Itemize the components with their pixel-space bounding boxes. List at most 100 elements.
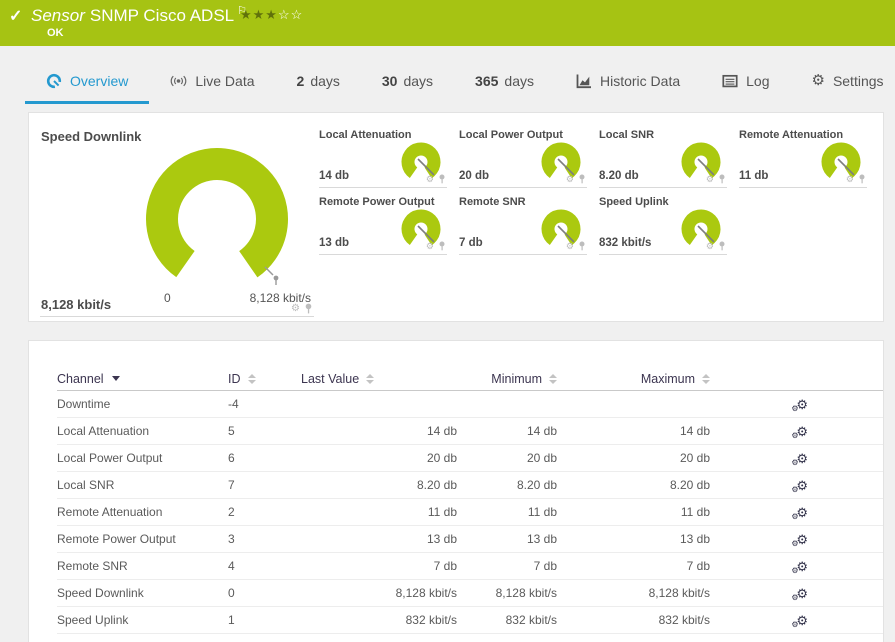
tab-number: 2: [296, 72, 305, 89]
tab-label: days: [310, 72, 340, 89]
pin-icon[interactable]: [578, 241, 586, 251]
tab-365-days[interactable]: 365 days: [454, 60, 555, 104]
channel-id: 2: [228, 505, 235, 519]
pin-icon[interactable]: [858, 174, 866, 184]
channel-name: Local SNR: [57, 478, 115, 492]
gear-icon[interactable]: ⚙: [426, 241, 434, 251]
minimum-value: 20 db: [526, 451, 557, 465]
column-header-last-value[interactable]: Last Value: [301, 372, 457, 386]
maximum-value: 8,128 kbit/s: [648, 586, 710, 600]
pin-icon[interactable]: [438, 241, 446, 251]
channel-id: 0: [228, 586, 235, 600]
pin-icon[interactable]: [304, 303, 313, 314]
log-icon: [722, 74, 738, 88]
stars-empty: ☆☆: [277, 7, 304, 22]
pin-icon[interactable]: [718, 174, 726, 184]
minimum-value: 7 db: [533, 559, 557, 573]
column-header-maximum[interactable]: Maximum: [557, 372, 710, 386]
gauge-current-value: 11 db: [739, 170, 769, 182]
last-value: 14 db: [426, 424, 457, 438]
gear-icon[interactable]: ⚙: [846, 174, 854, 184]
maximum-value: 832 kbit/s: [658, 613, 710, 627]
channel-name: Local Power Output: [57, 451, 163, 465]
gear-icon[interactable]: ⚙: [291, 303, 300, 314]
channel-settings-gears-icon[interactable]: ⚙ ⚙: [791, 398, 808, 413]
tab-label: days: [504, 72, 534, 89]
sort-icon: [247, 373, 256, 384]
maximum-value: 14 db: [679, 424, 710, 438]
channel-settings-gears-icon[interactable]: ⚙ ⚙: [791, 452, 808, 467]
tab-label: Settings: [832, 72, 884, 89]
gauge-current-value: 832 kbit/s: [599, 237, 652, 249]
minimum-value: 832 kbit/s: [505, 613, 557, 627]
column-header-id[interactable]: ID: [228, 372, 301, 386]
gauge-remote-power-output[interactable]: Remote Power Output 13 db ⚙: [319, 193, 447, 255]
gauge-title: Remote Power Output: [319, 196, 435, 208]
table-row: Local Power Output 6 20 db 20 db 20 db ⚙…: [57, 445, 883, 472]
channels-table-panel: Channel ID Last Value Minimum Maximum Do…: [28, 340, 884, 642]
gear-icon[interactable]: ⚙: [566, 174, 574, 184]
column-header-minimum[interactable]: Minimum: [457, 372, 557, 386]
tab-2-days[interactable]: 2 days: [276, 60, 361, 104]
tab-settings[interactable]: ⚙ Settings: [790, 60, 895, 104]
channel-id: -4: [228, 397, 239, 411]
maximum-value: 11 db: [680, 505, 710, 519]
gear-icon[interactable]: ⚙: [426, 174, 434, 184]
table-row: Remote Power Output 3 13 db 13 db 13 db …: [57, 526, 883, 553]
channel-settings-gears-icon[interactable]: ⚙ ⚙: [791, 479, 808, 494]
pin-icon[interactable]: [438, 174, 446, 184]
speed-downlink-gauge-dial: [145, 148, 288, 290]
channel-settings-gears-icon[interactable]: ⚙ ⚙: [791, 614, 808, 629]
tab-bar: Overview Live Data 2 days 30 days 365 da…: [25, 60, 895, 104]
pin-icon[interactable]: [718, 241, 726, 251]
gauge-title: Remote SNR: [459, 196, 526, 208]
channel-id: 1: [228, 613, 235, 627]
last-value: 8.20 db: [416, 478, 457, 492]
stars-filled: ★★★: [240, 7, 278, 22]
channel-name: Remote SNR: [57, 559, 128, 573]
minimum-value: 13 db: [526, 532, 557, 546]
channel-settings-gears-icon[interactable]: ⚙ ⚙: [791, 533, 808, 548]
gauge-speed-uplink[interactable]: Speed Uplink 832 kbit/s ⚙: [599, 193, 727, 255]
minimum-value: 14 db: [526, 424, 557, 438]
channel-settings-gears-icon[interactable]: ⚙ ⚙: [791, 560, 808, 575]
gauge-local-attenuation[interactable]: Local Attenuation 14 db ⚙: [319, 126, 447, 188]
maximum-value: 20 db: [679, 451, 710, 465]
gauges-panel: Speed Downlink 0 8,128 kbit/s 8,128 kbit…: [28, 112, 884, 322]
gauge-title: Speed Downlink: [41, 129, 142, 144]
tab-live-data[interactable]: Live Data: [149, 60, 275, 104]
gear-icon[interactable]: ⚙: [566, 241, 574, 251]
gauge-remote-attenuation[interactable]: Remote Attenuation 11 db ⚙: [739, 126, 867, 188]
tab-30-days[interactable]: 30 days: [361, 60, 454, 104]
column-header-channel[interactable]: Channel: [57, 372, 228, 386]
channel-settings-gears-icon[interactable]: ⚙ ⚙: [791, 425, 808, 440]
tab-log[interactable]: Log: [701, 60, 790, 104]
tab-historic-data[interactable]: Historic Data: [555, 60, 701, 104]
channel-settings-gears-icon[interactable]: ⚙ ⚙: [791, 587, 808, 602]
table-row: Downtime -4 ⚙ ⚙: [57, 391, 883, 418]
table-row: Local Attenuation 5 14 db 14 db 14 db ⚙ ⚙: [57, 418, 883, 445]
page-title: Sensor SNMP Cisco ADSL ⚐: [31, 4, 247, 26]
priority-star-rating[interactable]: ★★★☆☆: [240, 7, 303, 23]
channel-name: Speed Downlink: [57, 586, 144, 600]
needle-pin-marker: [273, 275, 279, 285]
channel-name: Remote Attenuation: [57, 505, 163, 519]
tab-label: Historic Data: [599, 72, 681, 89]
gear-icon[interactable]: ⚙: [706, 241, 714, 251]
gauge-local-power-output[interactable]: Local Power Output 20 db ⚙: [459, 126, 587, 188]
tab-overview[interactable]: Overview: [25, 60, 150, 104]
gauge-speed-downlink[interactable]: Speed Downlink 0 8,128 kbit/s 8,128 kbit…: [40, 121, 314, 317]
gauge-local-snr[interactable]: Local SNR 8.20 db ⚙: [599, 126, 727, 188]
gear-icon[interactable]: ⚙: [706, 174, 714, 184]
area-chart-icon: [576, 73, 592, 89]
table-row: Local SNR 7 8.20 db 8.20 db 8.20 db ⚙ ⚙: [57, 472, 883, 499]
maximum-value: 8.20 db: [669, 478, 710, 492]
sensor-header: ✓ Sensor SNMP Cisco ADSL ⚐ ★★★☆☆ OK: [0, 0, 895, 46]
channel-id: 5: [228, 424, 235, 438]
table-row: Remote Attenuation 2 11 db 11 db 11 db ⚙…: [57, 499, 883, 526]
gauge-remote-snr[interactable]: Remote SNR 7 db ⚙: [459, 193, 587, 255]
tab-label: days: [403, 72, 434, 89]
pin-icon[interactable]: [578, 174, 586, 184]
channel-settings-gears-icon[interactable]: ⚙ ⚙: [791, 506, 808, 521]
gauge-current-value: 20 db: [459, 170, 490, 182]
